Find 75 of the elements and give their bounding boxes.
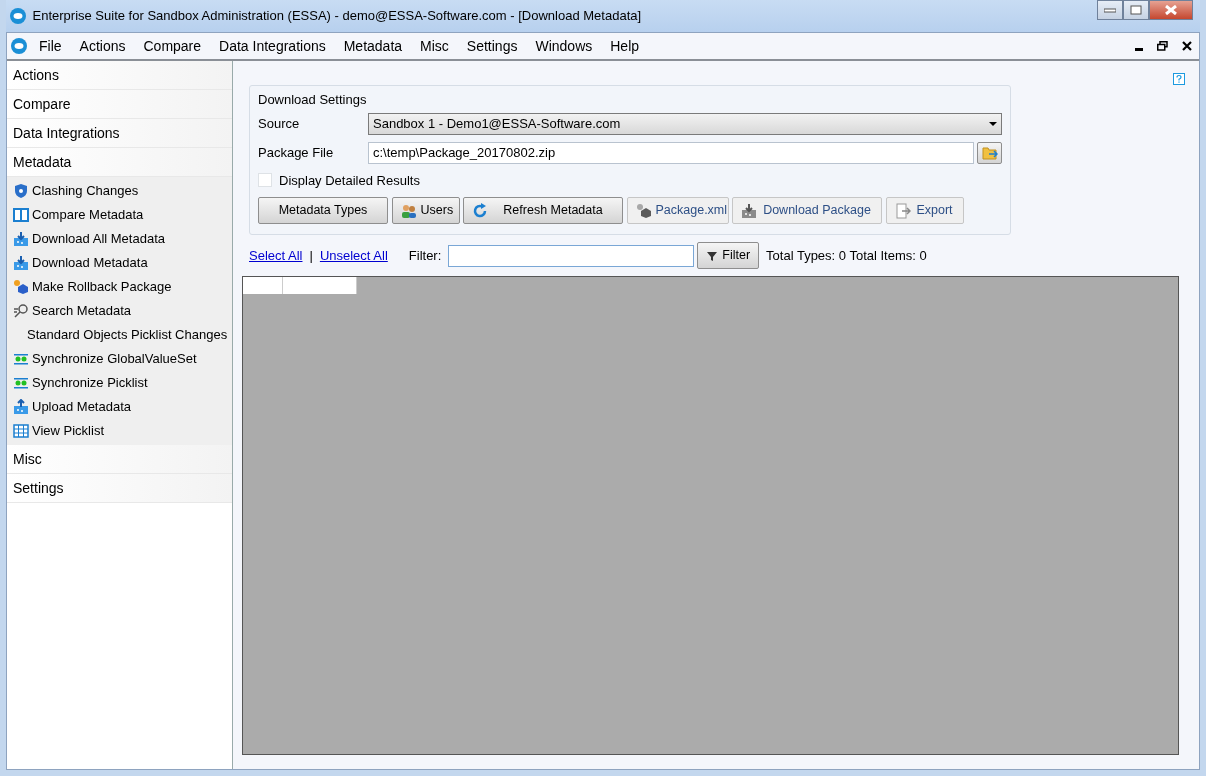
toolbar-button[interactable]: Users xyxy=(391,197,460,224)
sync-icon xyxy=(13,351,29,367)
download-icon xyxy=(13,255,29,271)
unselect-all-link[interactable]: Unselect All xyxy=(319,245,388,266)
sync-icon xyxy=(13,375,29,391)
download-icon xyxy=(741,202,757,219)
sidebar-section-header[interactable]: Compare xyxy=(7,90,232,119)
menu-item[interactable]: File xyxy=(30,35,71,57)
restore-icon[interactable] xyxy=(1157,41,1168,51)
maximize-button[interactable] xyxy=(1123,0,1149,20)
package-icon xyxy=(13,279,29,295)
sidebar-section-header[interactable]: Metadata xyxy=(7,148,232,177)
close-button[interactable] xyxy=(1149,0,1193,20)
package-file-field[interactable]: c:\temp\Package_20170802.zip xyxy=(368,141,974,164)
shield-icon xyxy=(13,183,29,199)
toolbar-button[interactable]: Refresh Metadata xyxy=(463,197,623,224)
users-icon xyxy=(400,202,417,219)
group-title: Download Settings xyxy=(258,90,368,109)
columns-icon xyxy=(13,207,29,223)
package-icon xyxy=(635,202,652,219)
minimize-button[interactable] xyxy=(1097,0,1123,20)
search-icon xyxy=(13,303,29,319)
sidebar-item[interactable]: Search Metadata xyxy=(32,301,131,321)
menu-item[interactable]: Windows xyxy=(526,35,602,57)
sidebar-section-header[interactable]: Misc xyxy=(7,445,232,474)
select-all-link[interactable]: Select All xyxy=(249,245,303,266)
close-icon xyxy=(1165,5,1177,15)
funnel-icon xyxy=(706,249,719,262)
sidebar-section-header[interactable]: Actions xyxy=(7,61,232,90)
table-icon xyxy=(13,423,29,439)
sidebar-item[interactable]: Download All Metadata xyxy=(32,229,165,249)
menu-item[interactable]: Settings xyxy=(457,35,527,57)
sidebar-item[interactable]: Download Metadata xyxy=(32,253,148,273)
filter-button[interactable]: Filter xyxy=(697,242,760,269)
sidebar-item[interactable]: View Picklist xyxy=(32,421,104,441)
checkbox[interactable] xyxy=(258,173,272,188)
upload-icon xyxy=(13,399,29,415)
sidebar-item[interactable]: Compare Metadata xyxy=(32,205,144,225)
checkbox-label: Display Detailed Results xyxy=(279,171,420,190)
help-icon[interactable] xyxy=(1173,73,1185,85)
app-logo-icon xyxy=(9,8,26,24)
download-icon xyxy=(13,231,29,247)
folder-icon xyxy=(981,144,998,161)
sidebar-item[interactable]: Clashing Changes xyxy=(32,181,139,201)
sidebar-item[interactable]: Synchronize GlobalValueSet xyxy=(32,349,197,369)
totals-text: Total Types: 0 Total Items: 0 xyxy=(766,246,927,265)
sidebar-section-header[interactable]: Data Integrations xyxy=(7,119,232,148)
minimize-icon xyxy=(1104,7,1116,13)
sidebar-section-header[interactable]: Settings xyxy=(7,474,232,503)
caret-icon xyxy=(989,121,997,126)
refresh-icon xyxy=(472,202,488,219)
sidebar-item[interactable]: Make Rollback Package xyxy=(32,277,172,297)
source-dropdown[interactable]: Sandbox 1 - Demo1@ESSA-Software.com xyxy=(368,112,1002,135)
menu-item[interactable]: Help xyxy=(601,35,649,57)
window-title: Enterprise Suite for Sandbox Administration (ESSA) - demo@ESSA-Software.com - [Download Metadata] xyxy=(32,7,643,26)
sidebar-item[interactable]: Upload Metadata xyxy=(32,397,131,417)
menu-item[interactable]: Actions xyxy=(70,35,135,57)
close-icon[interactable] xyxy=(1182,41,1192,51)
menu-item[interactable]: Misc xyxy=(411,35,458,57)
grid-header-cell xyxy=(243,277,283,294)
field-label: Package File xyxy=(258,143,335,162)
menu-item[interactable]: Compare xyxy=(134,35,211,57)
browse-button[interactable] xyxy=(977,141,1002,164)
menu-item[interactable]: Data Integrations xyxy=(210,35,335,57)
field-label: Source xyxy=(258,114,301,133)
export-icon xyxy=(894,202,911,219)
separator-text: | xyxy=(309,246,313,265)
menu-item[interactable]: Metadata xyxy=(334,35,412,57)
filter-field[interactable] xyxy=(448,244,695,267)
toolbar-button[interactable]: Metadata Types xyxy=(258,197,388,224)
maximize-icon xyxy=(1130,5,1142,15)
app-logo-icon xyxy=(10,38,27,54)
filter-label: Filter: xyxy=(408,246,442,265)
sidebar-item[interactable]: Synchronize Picklist xyxy=(32,373,148,393)
sidebar-item[interactable]: Standard Objects Picklist Changes xyxy=(27,325,228,345)
